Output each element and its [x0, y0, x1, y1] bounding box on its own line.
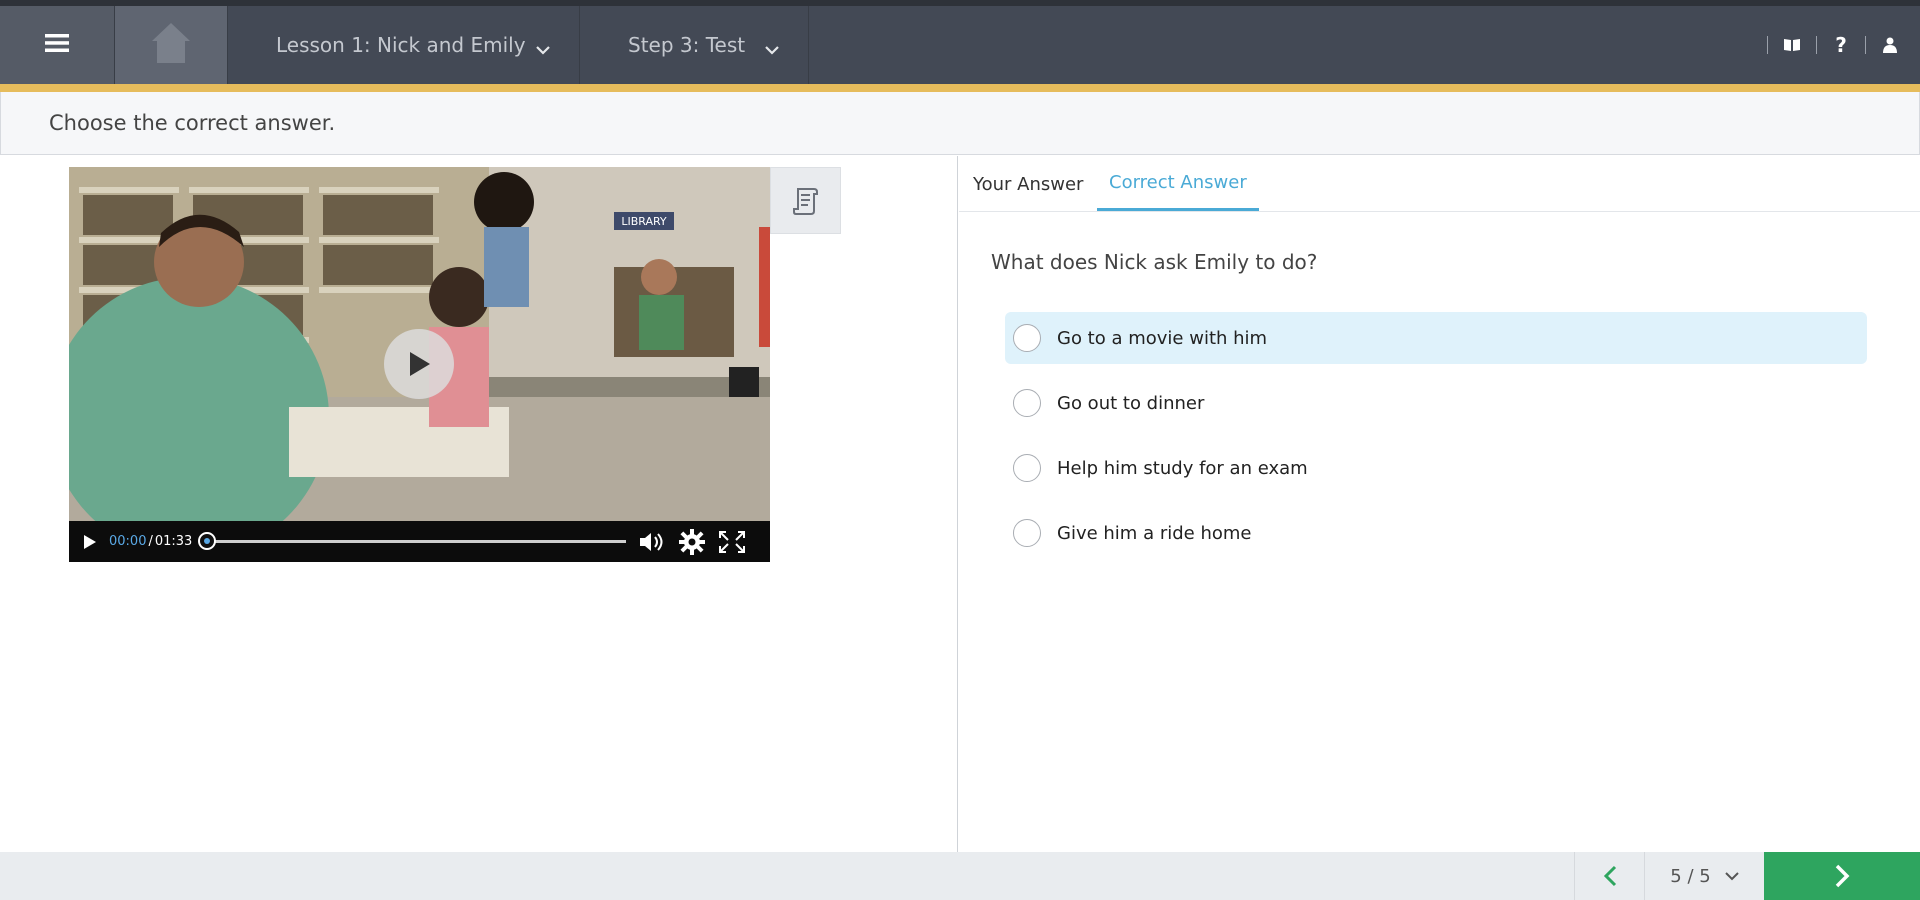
media-pane: LIBRARY 00:00 / 01:33: [0, 156, 958, 852]
step-label: Step 3: Test: [628, 33, 746, 57]
chevron-down-icon: [1724, 871, 1739, 880]
option-label: Give him a ride home: [1057, 522, 1252, 544]
divider: [1865, 36, 1866, 54]
fullscreen-icon: [719, 530, 746, 553]
play-icon: [84, 534, 96, 549]
progress-handle[interactable]: [198, 532, 217, 550]
option-label: Go to a movie with him: [1057, 327, 1268, 349]
page-indicator: 5 / 5: [1670, 865, 1711, 887]
user-icon[interactable]: [1880, 35, 1900, 55]
script-icon: [792, 187, 818, 215]
progress-bar[interactable]: [198, 532, 627, 550]
answer-option[interactable]: Give him a ride home: [1005, 507, 1867, 559]
answer-tabs: Your Answer Correct Answer: [959, 156, 1920, 212]
menu-button[interactable]: [0, 6, 115, 84]
radio-button[interactable]: [1013, 454, 1041, 482]
bottom-navigation-bar: 5 / 5: [0, 852, 1920, 900]
radio-button[interactable]: [1013, 324, 1041, 352]
tab-correct-answer[interactable]: Correct Answer: [1097, 156, 1259, 211]
volume-button[interactable]: [638, 528, 666, 556]
page-selector[interactable]: 5 / 5: [1644, 852, 1764, 900]
transcript-button[interactable]: [770, 167, 841, 234]
library-sign: LIBRARY: [621, 215, 667, 228]
video-controls: 00:00 / 01:33: [69, 521, 770, 562]
gear-icon: [679, 528, 706, 555]
fullscreen-button[interactable]: [718, 528, 746, 556]
chevron-down-icon: [535, 40, 551, 59]
total-time: 01:33: [154, 534, 193, 549]
play-toggle-button[interactable]: [81, 533, 99, 551]
option-label: Help him study for an exam: [1057, 457, 1308, 479]
chevron-left-icon: [1603, 865, 1616, 887]
chevron-down-icon: [764, 40, 780, 59]
instruction-text: Choose the correct answer.: [49, 111, 336, 135]
radio-button[interactable]: [1013, 519, 1041, 547]
volume-icon: [640, 532, 663, 551]
question-text: What does Nick ask Emily to do?: [991, 250, 1318, 274]
current-time: 00:00: [109, 534, 147, 549]
home-button[interactable]: [115, 6, 228, 84]
step-dropdown[interactable]: Step 3: Test: [580, 6, 809, 84]
lesson-label: Lesson 1: Nick and Emily: [276, 33, 526, 57]
help-icon[interactable]: ?: [1831, 33, 1851, 57]
radio-button[interactable]: [1013, 389, 1041, 417]
time-separator: /: [148, 534, 153, 549]
home-icon: [151, 21, 191, 69]
previous-button[interactable]: [1574, 852, 1644, 900]
tab-your-answer[interactable]: Your Answer: [973, 156, 1083, 212]
divider: [1816, 36, 1817, 54]
lesson-dropdown[interactable]: Lesson 1: Nick and Emily: [228, 6, 580, 84]
book-icon[interactable]: [1782, 35, 1802, 55]
answer-option[interactable]: Go to a movie with him: [1005, 312, 1867, 364]
play-icon: [410, 352, 430, 376]
menu-icon: [45, 33, 69, 57]
settings-button[interactable]: [678, 528, 706, 556]
answer-options: Go to a movie with him Go out to dinner …: [1005, 312, 1867, 572]
video-player[interactable]: LIBRARY 00:00 / 01:33: [69, 167, 770, 562]
divider: [1767, 36, 1768, 54]
instruction-bar: Choose the correct answer.: [0, 92, 1920, 155]
play-button-overlay[interactable]: [384, 329, 454, 399]
answer-option[interactable]: Go out to dinner: [1005, 377, 1867, 429]
option-label: Go out to dinner: [1057, 392, 1205, 414]
answer-option[interactable]: Help him study for an exam: [1005, 442, 1867, 494]
accent-stripe: [0, 84, 1920, 92]
question-pane: Your Answer Correct Answer What does Nic…: [959, 156, 1920, 852]
top-navigation-bar: Lesson 1: Nick and Emily Step 3: Test ?: [0, 0, 1920, 92]
chevron-right-icon: [1835, 864, 1850, 888]
header-actions: ?: [1753, 6, 1920, 84]
next-button[interactable]: [1764, 852, 1920, 900]
